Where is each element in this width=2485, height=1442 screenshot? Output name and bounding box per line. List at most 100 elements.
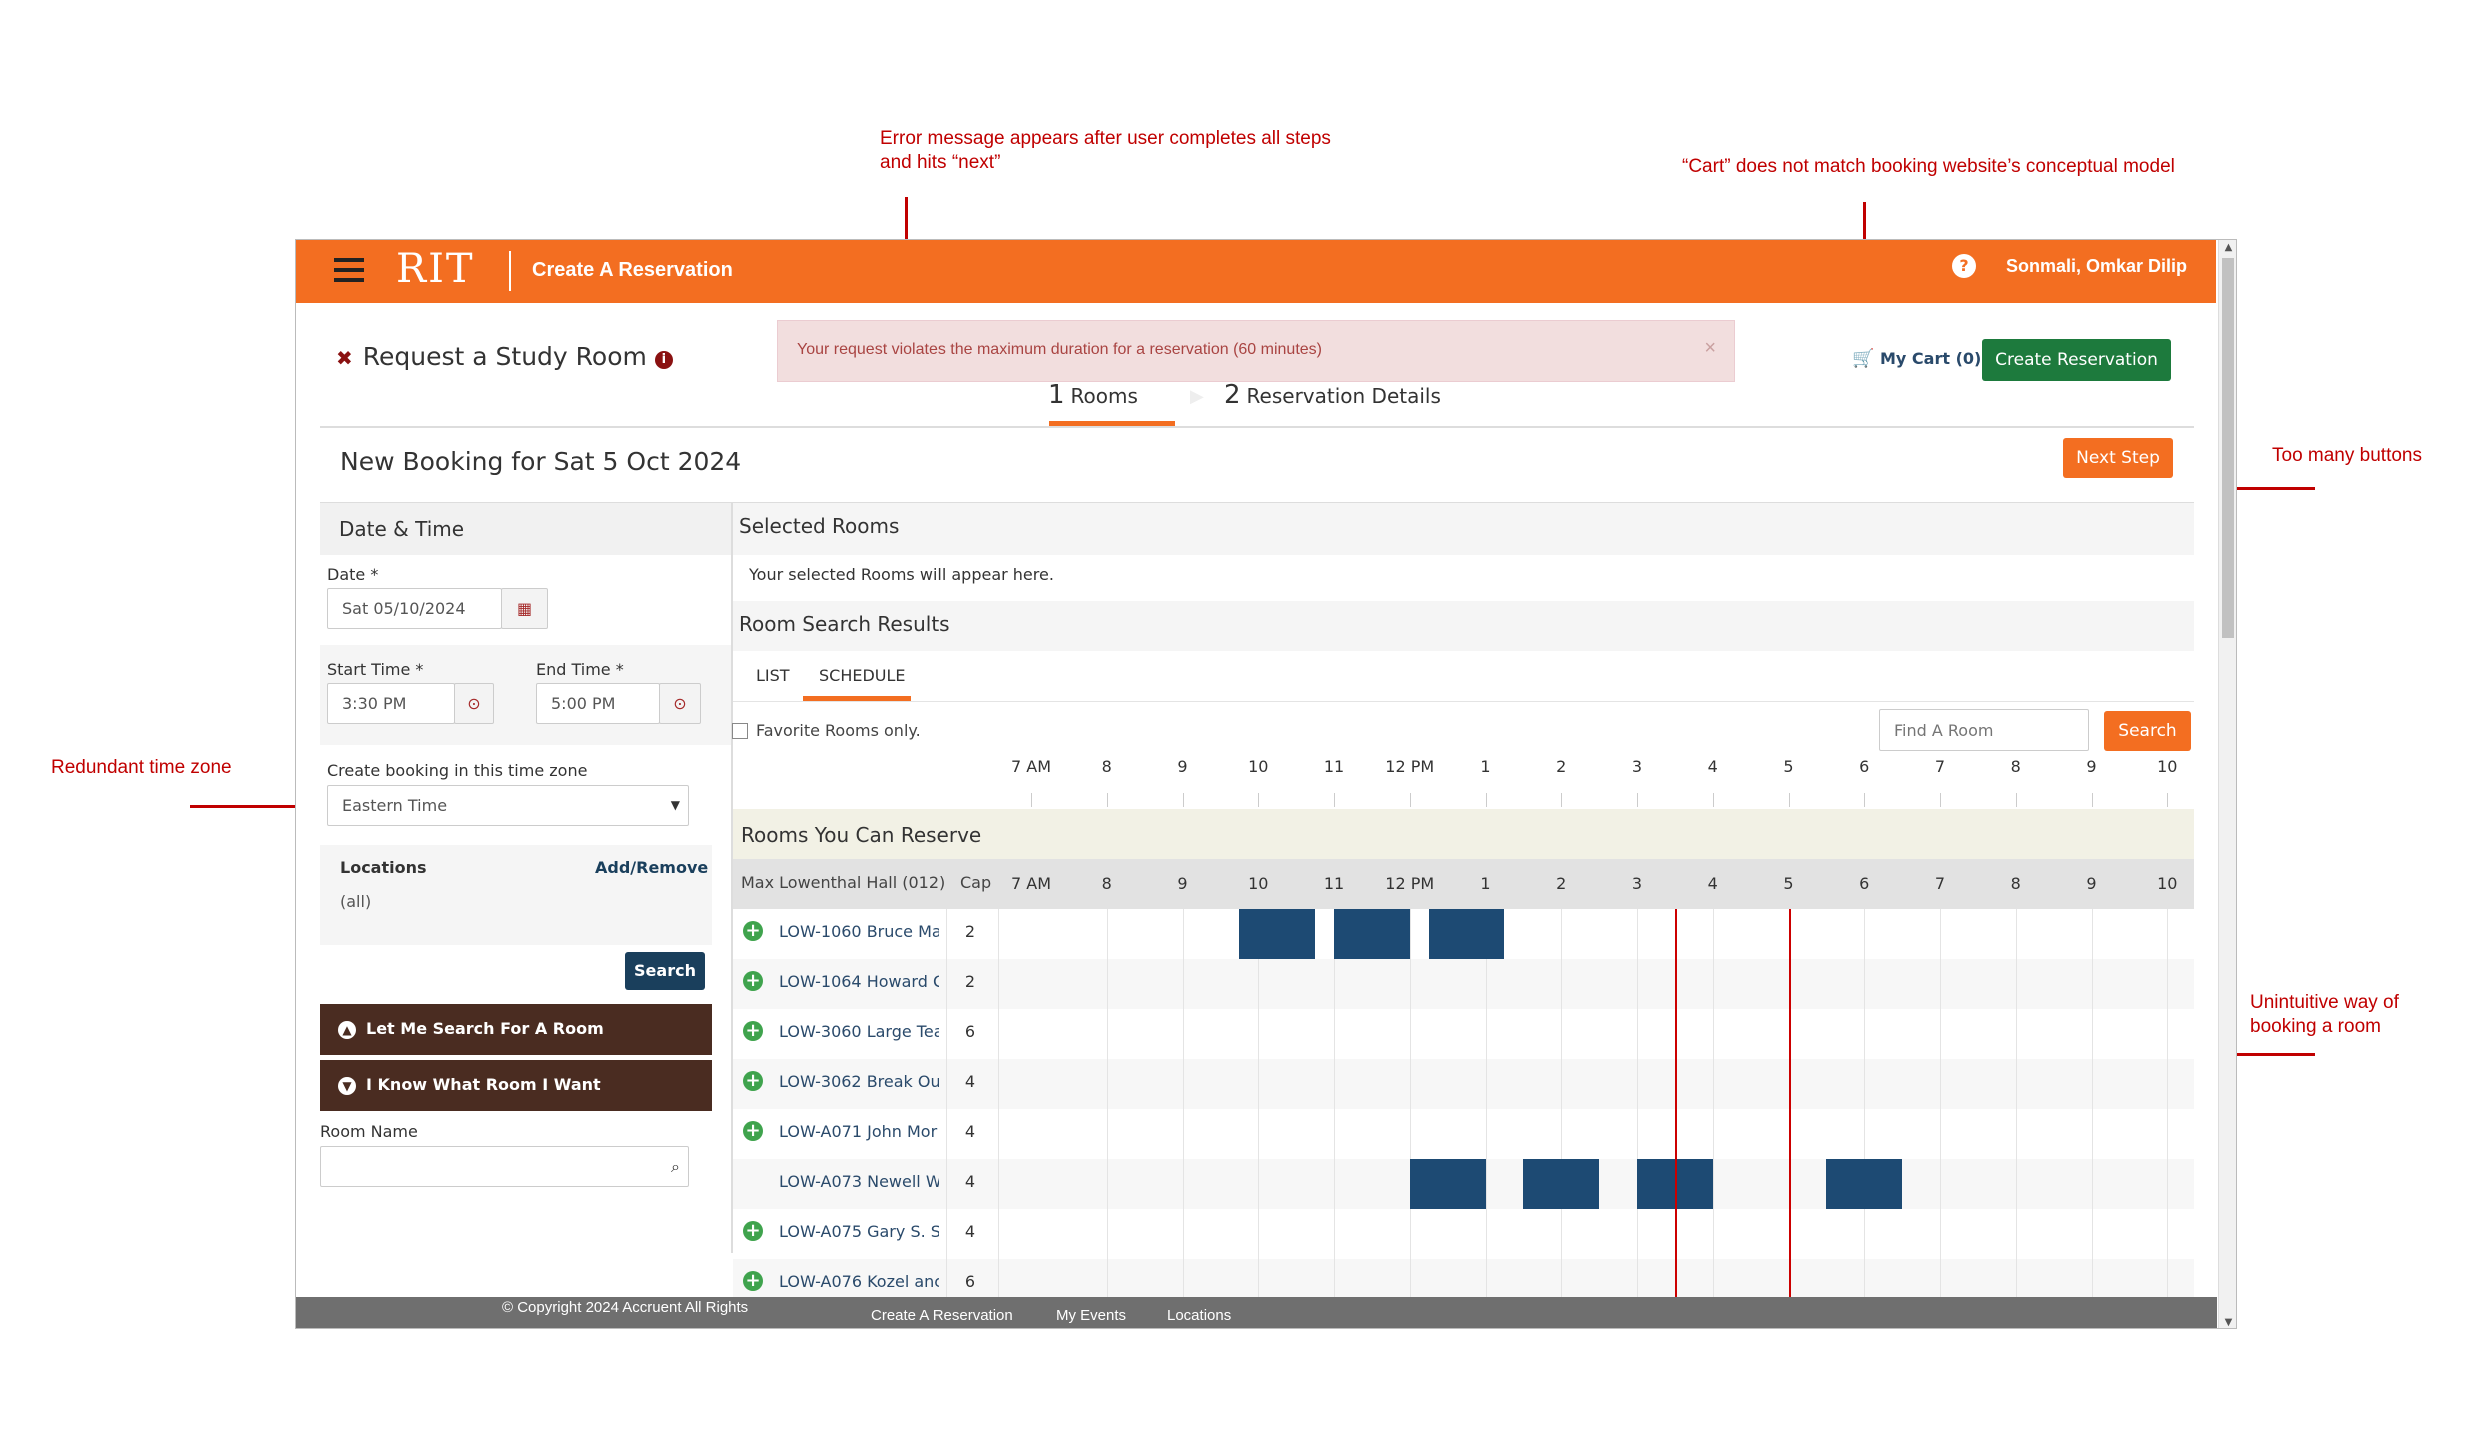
step-arrow-icon: ▶ [1190,386,1204,407]
booked-slot [1239,909,1316,959]
page-title-text: Request a Study Room [362,342,647,371]
alert-close-icon[interactable]: × [1704,337,1716,360]
locations-value: (all) [340,892,372,911]
grid-hour-label: 3 [1631,874,1643,893]
checkbox-icon[interactable] [732,723,748,739]
timezone-select[interactable]: Eastern Time ▼ [327,785,689,826]
hour-tick [1409,793,1411,807]
date-input[interactable]: Sat 05/10/2024 [327,588,502,629]
selection-end-line[interactable] [1788,909,1791,1297]
grid-line [1637,909,1638,1309]
grid-hour-label: 8 [1101,874,1112,893]
hour-tick [2167,793,2169,807]
step-label: Reservation Details [1246,384,1441,408]
hour-label: 10 [1248,757,1269,776]
hamburger-menu-icon[interactable] [334,258,364,284]
hour-tick [1182,793,1184,807]
clock-icon[interactable]: ⊙ [659,683,701,724]
annotation-cart: “Cart” does not match booking website’s … [1682,156,2175,177]
footer-link-create[interactable]: Create A Reservation [871,1307,1013,1324]
step-rooms[interactable]: 1 Rooms [1048,380,1138,410]
find-room-search-button[interactable]: Search [2104,711,2191,751]
step-number: 2 [1224,380,1241,410]
add-room-icon[interactable]: + [743,1121,763,1141]
scroll-up-icon[interactable]: ▲ [2219,242,2236,253]
booking-title: New Booking for Sat 5 Oct 2024 [340,447,742,476]
room-name-link[interactable]: LOW-3062 Break Ou [779,1072,939,1091]
rit-logo: RIT [396,246,475,292]
hour-tick [1712,793,1714,807]
timezone-label: Create booking in this time zone [327,761,588,780]
hour-tick [2015,793,2017,807]
hour-tick [1561,793,1563,807]
grid-hour-label: 1 [1480,874,1491,893]
hour-label: 8 [1101,757,1112,776]
accordion-search-room[interactable]: ▲ Let Me Search For A Room [320,1004,712,1055]
room-name-link[interactable]: LOW-A073 Newell W [779,1172,939,1191]
hour-tick [1940,793,1941,807]
scrollbar-thumb[interactable] [2222,258,2234,638]
end-time-input[interactable]: 5:00 PM [536,683,660,724]
scrollbar[interactable]: ▲ ▼ [2218,240,2236,1328]
hour-label: 1 [1480,757,1491,776]
booked-slot [1409,1159,1486,1209]
start-time-input[interactable]: 3:30 PM [327,683,455,724]
close-icon[interactable]: ✖ [336,346,353,370]
step-indicator: 1 Rooms ▶ 2 Reservation Details [1048,380,1518,424]
error-alert: Your request violates the maximum durati… [777,320,1735,382]
step-details[interactable]: 2 Reservation Details [1224,380,1441,410]
room-name-link[interactable]: LOW-1064 Howard C [779,972,939,991]
grid-line [998,909,999,1309]
hour-label: 4 [1707,757,1718,776]
annotation-redundant-timezone: Redundant time zone [51,757,232,778]
add-room-icon[interactable]: + [743,1271,763,1291]
grid-line [1864,909,1866,1309]
room-name-link[interactable]: LOW-A071 John Mor [779,1122,939,1141]
info-icon[interactable]: i [654,351,673,369]
favorites-checkbox[interactable]: Favorite Rooms only. [732,721,921,740]
grid-line [1561,909,1563,1309]
room-capacity: 6 [964,1022,976,1041]
room-row: + LOW-A071 John Mor 4 [733,1109,2194,1159]
my-cart-link[interactable]: 🛒 My Cart (0) [1852,348,1981,369]
footer-link-locations[interactable]: Locations [1167,1307,1231,1324]
tab-schedule[interactable]: SCHEDULE [819,666,906,685]
tab-list[interactable]: LIST [756,666,790,685]
room-name-input[interactable]: ⌕ [320,1146,689,1187]
capacity-label: Cap [960,873,992,892]
room-name-link[interactable]: LOW-1060 Bruce Ma [779,922,939,941]
add-room-icon[interactable]: + [743,1021,763,1041]
add-room-icon[interactable]: + [743,971,763,991]
room-capacity: 4 [964,1172,976,1191]
selection-start-line[interactable] [1674,909,1677,1297]
add-room-icon[interactable]: + [743,1071,763,1091]
help-icon[interactable]: ? [1952,254,1976,278]
hour-tick [1788,793,1790,807]
grid-line [1258,909,1260,1309]
grid-line [2015,909,2017,1309]
clock-icon[interactable]: ⊙ [454,683,494,724]
next-step-button[interactable]: Next Step [2063,438,2173,478]
room-name-link[interactable]: LOW-3060 Large Tea [779,1022,939,1041]
room-name-label: Room Name [320,1122,418,1141]
calendar-icon[interactable]: ▦ [501,588,548,629]
chevron-up-icon: ▲ [338,1021,356,1039]
rooms-you-can-reserve-header: Rooms You Can Reserve [733,809,2194,859]
app-title[interactable]: Create A Reservation [532,259,733,282]
add-remove-link[interactable]: Add/Remove [595,858,708,877]
sidebar-search-button[interactable]: Search [625,952,705,990]
room-search-results-header: Room Search Results [733,601,2194,651]
user-name[interactable]: Sonmali, Omkar Dilip [2006,256,2187,277]
create-reservation-button[interactable]: Create Reservation [1982,339,2171,381]
scroll-down-icon[interactable]: ▼ [2219,1317,2236,1328]
accordion-label: Let Me Search For A Room [366,1019,604,1038]
find-room-input[interactable] [1879,709,2089,751]
divider [320,426,2194,428]
footer-link-events[interactable]: My Events [1056,1307,1126,1324]
accordion-know-room[interactable]: ▼ I Know What Room I Want [320,1060,712,1111]
room-name-link[interactable]: LOW-A075 Gary S. Sc [779,1222,939,1241]
add-room-icon[interactable]: + [743,1221,763,1241]
add-room-icon[interactable]: + [743,921,763,941]
room-name-link[interactable]: LOW-A076 Kozel anc [779,1272,939,1291]
app-window: RIT Create A Reservation ? Sonmali, Omka… [295,239,2237,1329]
